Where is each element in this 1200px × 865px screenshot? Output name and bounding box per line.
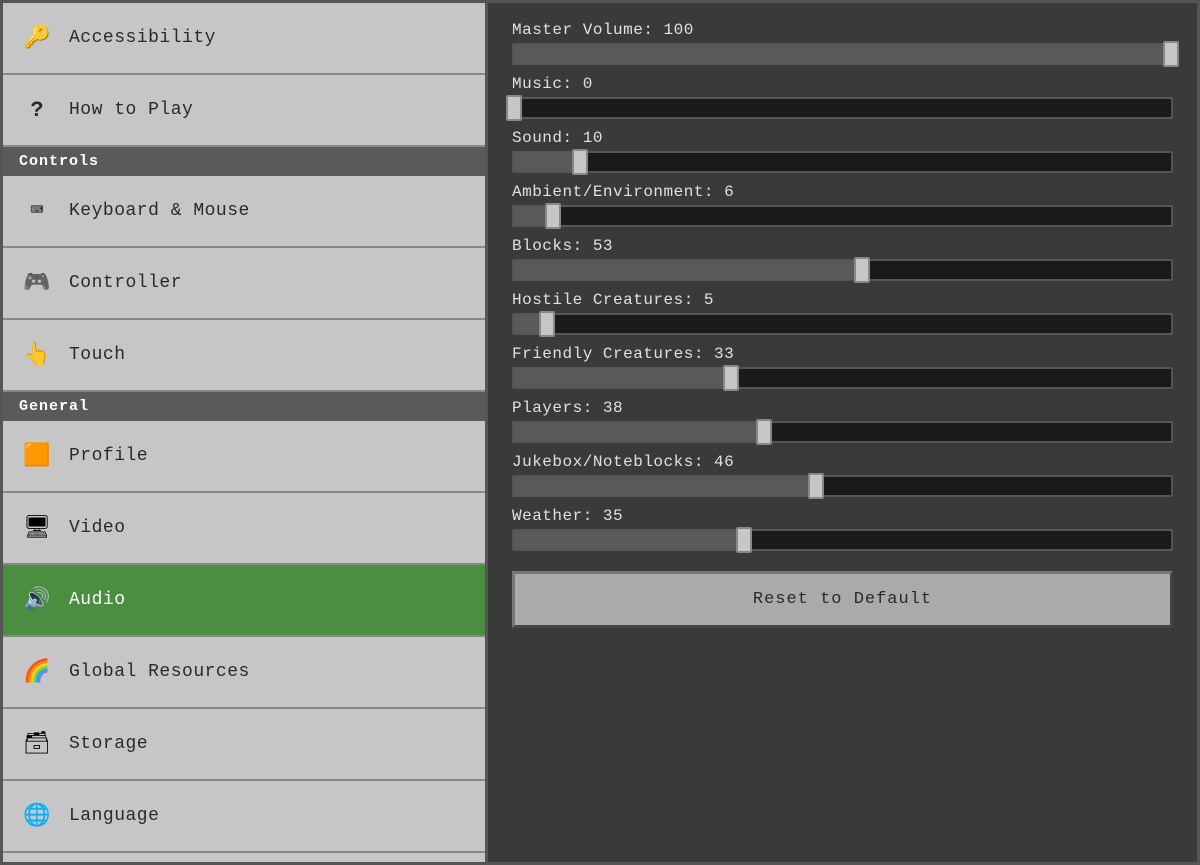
- slider-thumb-6[interactable]: [723, 365, 739, 391]
- slider-thumb-5[interactable]: [539, 311, 555, 337]
- slider-label-4: Blocks: 53: [512, 237, 1173, 255]
- sidebar-item-controller[interactable]: Controller: [3, 248, 485, 320]
- sidebar-label-keyboard-mouse: Keyboard & Mouse: [69, 201, 250, 221]
- slider-thumb-9[interactable]: [736, 527, 752, 553]
- slider-thumb-3[interactable]: [545, 203, 561, 229]
- sidebar-label-how-to-play: How to Play: [69, 100, 193, 120]
- slider-label-7: Players: 38: [512, 399, 1173, 417]
- slider-fill-2: [514, 153, 580, 171]
- sidebar-label-video: Video: [69, 518, 126, 538]
- slider-label-2: Sound: 10: [512, 129, 1173, 147]
- sidebar-label-accessibility: Accessibility: [69, 28, 216, 48]
- sidebar-label-touch: Touch: [69, 345, 126, 365]
- reset-to-default-button[interactable]: Reset to Default: [512, 571, 1173, 628]
- sidebar-item-video[interactable]: Video: [3, 493, 485, 565]
- slider-track-2[interactable]: [512, 151, 1173, 173]
- slider-fill-4: [514, 261, 862, 279]
- slider-thumb-8[interactable]: [808, 473, 824, 499]
- slider-track-4[interactable]: [512, 259, 1173, 281]
- slider-track-6[interactable]: [512, 367, 1173, 389]
- audio-icon: [19, 582, 55, 618]
- sidebar-label-storage: Storage: [69, 734, 148, 754]
- slider-row-3: Ambient/Environment: 6: [512, 183, 1173, 227]
- sidebar-item-how-to-play[interactable]: How to Play: [3, 75, 485, 147]
- profile-icon: [19, 438, 55, 474]
- language-icon: [19, 798, 55, 834]
- slider-track-8[interactable]: [512, 475, 1173, 497]
- sidebar-item-touch[interactable]: Touch: [3, 320, 485, 392]
- sidebar-item-language[interactable]: Language: [3, 781, 485, 853]
- section-header-controls: Controls: [3, 147, 485, 176]
- key-icon: [19, 20, 55, 56]
- slider-row-5: Hostile Creatures: 5: [512, 291, 1173, 335]
- slider-track-3[interactable]: [512, 205, 1173, 227]
- sidebar-label-language: Language: [69, 806, 159, 826]
- controller-icon: [19, 265, 55, 301]
- storage-icon: [19, 726, 55, 762]
- slider-row-1: Music: 0: [512, 75, 1173, 119]
- slider-row-0: Master Volume: 100: [512, 21, 1173, 65]
- slider-label-6: Friendly Creatures: 33: [512, 345, 1173, 363]
- slider-fill-9: [514, 531, 744, 549]
- slider-track-0[interactable]: [512, 43, 1173, 65]
- slider-thumb-0[interactable]: [1163, 41, 1179, 67]
- slider-label-3: Ambient/Environment: 6: [512, 183, 1173, 201]
- section-header-general: General: [3, 392, 485, 421]
- resources-icon: [19, 654, 55, 690]
- slider-row-6: Friendly Creatures: 33: [512, 345, 1173, 389]
- sidebar: Accessibility How to Play Controls Keyboard…: [3, 3, 488, 862]
- slider-label-8: Jukebox/Noteblocks: 46: [512, 453, 1173, 471]
- slider-fill-6: [514, 369, 731, 387]
- slider-label-1: Music: 0: [512, 75, 1173, 93]
- slider-thumb-7[interactable]: [756, 419, 772, 445]
- video-icon: [19, 510, 55, 546]
- sidebar-item-global-resources[interactable]: Global Resources: [3, 637, 485, 709]
- sidebar-label-controller: Controller: [69, 273, 182, 293]
- sidebar-item-accessibility[interactable]: Accessibility: [3, 3, 485, 75]
- slider-label-9: Weather: 35: [512, 507, 1173, 525]
- slider-fill-7: [514, 423, 764, 441]
- slider-fill-0: [514, 45, 1171, 63]
- sidebar-item-keyboard-mouse[interactable]: Keyboard & Mouse: [3, 176, 485, 248]
- sidebar-label-global-resources: Global Resources: [69, 662, 250, 682]
- sidebar-item-storage[interactable]: Storage: [3, 709, 485, 781]
- slider-row-4: Blocks: 53: [512, 237, 1173, 281]
- slider-thumb-2[interactable]: [572, 149, 588, 175]
- slider-fill-8: [514, 477, 816, 495]
- sidebar-item-audio[interactable]: Audio: [3, 565, 485, 637]
- slider-thumb-4[interactable]: [854, 257, 870, 283]
- slider-row-9: Weather: 35: [512, 507, 1173, 551]
- main-panel: Master Volume: 100 Music: 0 Sound: 10 Ambie…: [488, 3, 1197, 862]
- settings-window: Accessibility How to Play Controls Keyboard…: [0, 0, 1200, 865]
- slider-track-9[interactable]: [512, 529, 1173, 551]
- slider-track-1[interactable]: [512, 97, 1173, 119]
- sidebar-label-audio: Audio: [69, 590, 126, 610]
- touch-icon: [19, 337, 55, 373]
- slider-row-2: Sound: 10: [512, 129, 1173, 173]
- slider-row-8: Jukebox/Noteblocks: 46: [512, 453, 1173, 497]
- question-icon: [19, 92, 55, 128]
- slider-row-7: Players: 38: [512, 399, 1173, 443]
- slider-label-5: Hostile Creatures: 5: [512, 291, 1173, 309]
- slider-thumb-1[interactable]: [506, 95, 522, 121]
- sidebar-label-profile: Profile: [69, 446, 148, 466]
- slider-track-7[interactable]: [512, 421, 1173, 443]
- slider-track-5[interactable]: [512, 313, 1173, 335]
- keyboard-icon: [19, 193, 55, 229]
- sidebar-item-profile[interactable]: Profile: [3, 421, 485, 493]
- slider-label-0: Master Volume: 100: [512, 21, 1173, 39]
